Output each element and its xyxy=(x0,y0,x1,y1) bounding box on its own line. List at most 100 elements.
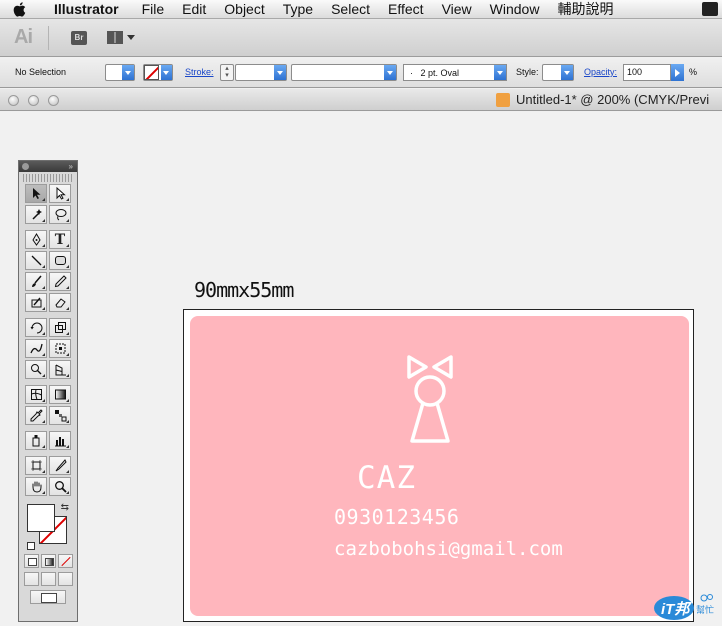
menu-edit[interactable]: Edit xyxy=(173,1,215,17)
panel-grip[interactable] xyxy=(23,174,73,182)
document-icon xyxy=(496,93,510,107)
pen-nib-icon xyxy=(31,233,41,246)
blob-brush-tool[interactable] xyxy=(25,293,47,312)
fill-stroke-controls: ⇆ xyxy=(23,502,73,550)
draw-behind-button[interactable] xyxy=(40,572,56,586)
menu-window[interactable]: Window xyxy=(481,1,549,17)
line-segment-tool[interactable] xyxy=(25,251,47,270)
menu-app-illustrator[interactable]: Illustrator xyxy=(38,1,133,17)
rotate-tool[interactable] xyxy=(25,318,47,337)
eraser-tool[interactable] xyxy=(49,293,71,312)
zoom-tool[interactable] xyxy=(49,477,71,496)
collapse-panel-icon[interactable]: » xyxy=(69,161,73,172)
stroke-color-dropdown[interactable] xyxy=(143,64,173,81)
arrange-documents-button[interactable] xyxy=(107,31,135,44)
bow-keyhole-logo-icon[interactable] xyxy=(404,353,456,445)
application-bar: Ai Br xyxy=(0,19,722,57)
screen-mode-button[interactable] xyxy=(30,590,66,604)
style-label: Style: xyxy=(516,67,539,77)
pen-tool[interactable] xyxy=(25,230,47,249)
lasso-tool[interactable] xyxy=(49,205,71,224)
gradient-mode-button[interactable] xyxy=(40,554,56,568)
menu-effect[interactable]: Effect xyxy=(379,1,433,17)
paintbrush-icon xyxy=(31,275,42,287)
mesh-tool[interactable] xyxy=(25,385,47,404)
selection-tool[interactable] xyxy=(25,184,47,203)
close-window-button[interactable] xyxy=(8,95,19,106)
brush-prefix: · xyxy=(410,67,413,78)
card-phone-text[interactable]: 0930123456 xyxy=(334,505,459,529)
artboard-icon xyxy=(30,460,42,471)
gradient-tool[interactable] xyxy=(49,385,71,404)
close-panel-icon[interactable] xyxy=(22,163,29,170)
stroke-weight-stepper[interactable] xyxy=(220,64,234,81)
direct-selection-tool[interactable] xyxy=(49,184,71,203)
menu-type[interactable]: Type xyxy=(274,1,322,17)
artboard-tool[interactable] xyxy=(25,456,47,475)
dropdown-arrow-icon xyxy=(561,65,573,80)
percent-symbol: % xyxy=(689,67,698,77)
zoom-window-button[interactable] xyxy=(48,95,59,106)
dropdown-arrow-icon xyxy=(122,65,134,80)
graphic-style-dropdown[interactable] xyxy=(542,64,574,81)
card-name-text[interactable]: CAZ xyxy=(357,460,416,496)
minimize-window-button[interactable] xyxy=(28,95,39,106)
apple-icon[interactable] xyxy=(0,1,38,17)
perspective-grid-tool[interactable] xyxy=(49,360,71,379)
default-fill-stroke-icon[interactable] xyxy=(27,542,35,550)
pencil-tool[interactable] xyxy=(49,272,71,291)
fill-swatch[interactable] xyxy=(27,504,55,532)
brush-value: 2 pt. Oval xyxy=(420,67,460,78)
fill-color-dropdown[interactable] xyxy=(105,64,135,81)
none-mode-button[interactable] xyxy=(57,554,73,568)
opacity-label-link[interactable]: Opacity: xyxy=(584,67,617,77)
magic-wand-tool[interactable] xyxy=(25,205,47,224)
variable-width-dropdown[interactable] xyxy=(291,64,397,81)
no-stroke-swatch-icon xyxy=(144,65,159,80)
menu-view[interactable]: View xyxy=(433,1,481,17)
divider xyxy=(48,25,49,50)
hand-tool[interactable] xyxy=(25,477,47,496)
shape-builder-icon xyxy=(30,364,41,375)
column-graph-tool[interactable] xyxy=(49,431,71,450)
rounded-rectangle-tool[interactable] xyxy=(49,251,71,270)
type-tool[interactable]: T xyxy=(49,230,71,249)
brush-definition-value: · 2 pt. Oval xyxy=(410,68,459,78)
magnifier-icon xyxy=(54,481,67,493)
stroke-weight-dropdown[interactable] xyxy=(235,64,287,81)
scale-tool[interactable] xyxy=(49,318,71,337)
warp-tool[interactable] xyxy=(25,339,47,358)
stroke-label-link[interactable]: Stroke: xyxy=(185,67,214,77)
dropdown-arrow-icon xyxy=(274,65,286,80)
paintbrush-tool[interactable] xyxy=(25,272,47,291)
symbol-sprayer-icon xyxy=(32,435,39,447)
menu-file[interactable]: File xyxy=(133,1,174,17)
hand-icon xyxy=(32,481,41,493)
draw-normal-button[interactable] xyxy=(23,572,39,586)
document-titlebar: Untitled-1* @ 200% (CMYK/Previ xyxy=(0,89,722,111)
rotate-icon xyxy=(30,322,42,334)
swap-fill-stroke-icon[interactable]: ⇆ xyxy=(61,502,69,513)
free-transform-tool[interactable] xyxy=(49,339,71,358)
arrow-pointer-icon xyxy=(32,188,40,199)
opacity-input[interactable]: 100 xyxy=(623,64,671,81)
menu-select[interactable]: Select xyxy=(322,1,379,17)
blob-brush-icon xyxy=(31,297,41,308)
scale-icon xyxy=(54,322,66,333)
menu-object[interactable]: Object xyxy=(215,1,273,17)
blend-tool[interactable] xyxy=(49,406,71,425)
color-mode-button[interactable] xyxy=(23,554,39,568)
shape-builder-tool[interactable] xyxy=(25,360,47,379)
opacity-slider-button[interactable] xyxy=(671,64,684,81)
symbol-sprayer-tool[interactable] xyxy=(25,431,47,450)
menu-help[interactable]: 輔助說明 xyxy=(548,0,622,19)
camera-icon[interactable] xyxy=(702,2,718,16)
slice-tool[interactable] xyxy=(49,456,71,475)
tools-panel-header[interactable]: » xyxy=(19,161,77,172)
brush-definition-dropdown[interactable]: · 2 pt. Oval xyxy=(403,64,507,81)
bridge-button[interactable]: Br xyxy=(71,30,87,45)
card-email-text[interactable]: cazbobohsi@gmail.com xyxy=(334,538,563,560)
draw-inside-button[interactable] xyxy=(57,572,73,586)
eyedropper-tool[interactable] xyxy=(25,406,47,425)
gradient-icon xyxy=(54,389,66,400)
